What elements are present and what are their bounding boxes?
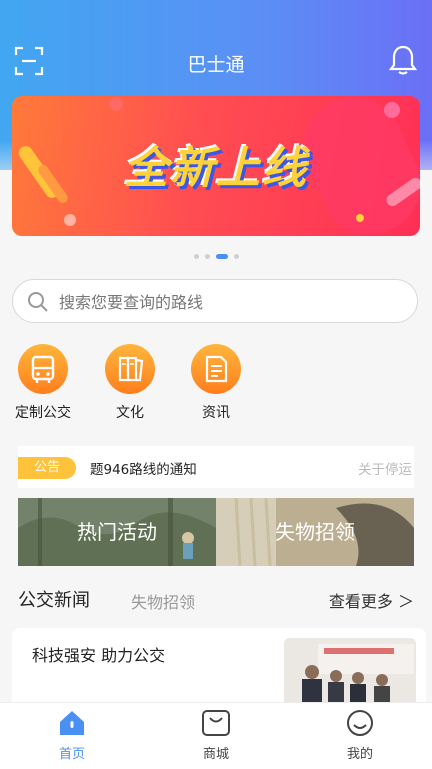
- search-icon: [27, 291, 49, 313]
- notice-text[interactable]: 题946路线的通知: [90, 458, 197, 478]
- tab-bus-news[interactable]: 公交新闻: [18, 586, 90, 612]
- nav-shop[interactable]: 商城: [166, 709, 266, 762]
- search-bar[interactable]: [12, 279, 418, 324]
- news-tabs: 公交新闻 失物招领 查看更多 ＞: [18, 586, 414, 614]
- home-icon: [60, 711, 84, 735]
- quick-link-custom-bus[interactable]: 定制公交: [11, 344, 75, 422]
- quick-link-label: 资讯: [202, 405, 230, 421]
- search-input[interactable]: [57, 280, 401, 324]
- smile-icon: [347, 710, 373, 736]
- tile-hot-activities[interactable]: 热门活动: [18, 498, 216, 566]
- quick-link-label: 定制公交: [15, 405, 71, 421]
- tab-lost-and-found[interactable]: 失物招领: [131, 589, 195, 613]
- book-icon: [105, 344, 155, 394]
- tile-lost-and-found[interactable]: 失物招领: [216, 498, 414, 566]
- top-bar: 巴士通: [0, 38, 432, 84]
- tile-label: 失物招领: [275, 520, 355, 544]
- shop-icon: [202, 710, 230, 736]
- bottom-nav: 首页 商城 我的: [0, 702, 432, 769]
- nav-label: 首页: [58, 747, 85, 762]
- pager-dot[interactable]: [233, 254, 239, 259]
- promo-banner[interactable]: 全新上线: [12, 96, 420, 236]
- pager-dot[interactable]: [204, 254, 210, 259]
- quick-link-culture[interactable]: 文化: [98, 344, 162, 422]
- banner-pager: [0, 254, 432, 260]
- app-title: 巴士通: [187, 54, 245, 76]
- quick-link-label: 文化: [116, 405, 144, 421]
- news-item-title: 科技强安 助力公交: [32, 646, 166, 665]
- see-more-link[interactable]: 查看更多 ＞: [329, 588, 414, 612]
- pager-dot-active[interactable]: [215, 254, 228, 259]
- quick-link-news[interactable]: 资讯: [184, 344, 248, 422]
- notice-bar[interactable]: 公告 题946路线的通知 关于停运: [18, 446, 414, 488]
- nav-label: 商城: [202, 747, 229, 762]
- document-icon: [191, 344, 241, 394]
- notice-tag: 公告: [18, 457, 76, 479]
- bell-icon[interactable]: [388, 44, 418, 76]
- nav-profile[interactable]: 我的: [310, 709, 410, 762]
- notice-text-next[interactable]: 关于停运: [358, 458, 412, 478]
- nav-label: 我的: [346, 747, 373, 762]
- tile-label: 热门活动: [77, 520, 157, 544]
- pager-dot[interactable]: [193, 254, 199, 259]
- banner-headline: 全新上线: [124, 143, 308, 194]
- bus-icon: [18, 344, 68, 394]
- nav-home[interactable]: 首页: [22, 709, 122, 762]
